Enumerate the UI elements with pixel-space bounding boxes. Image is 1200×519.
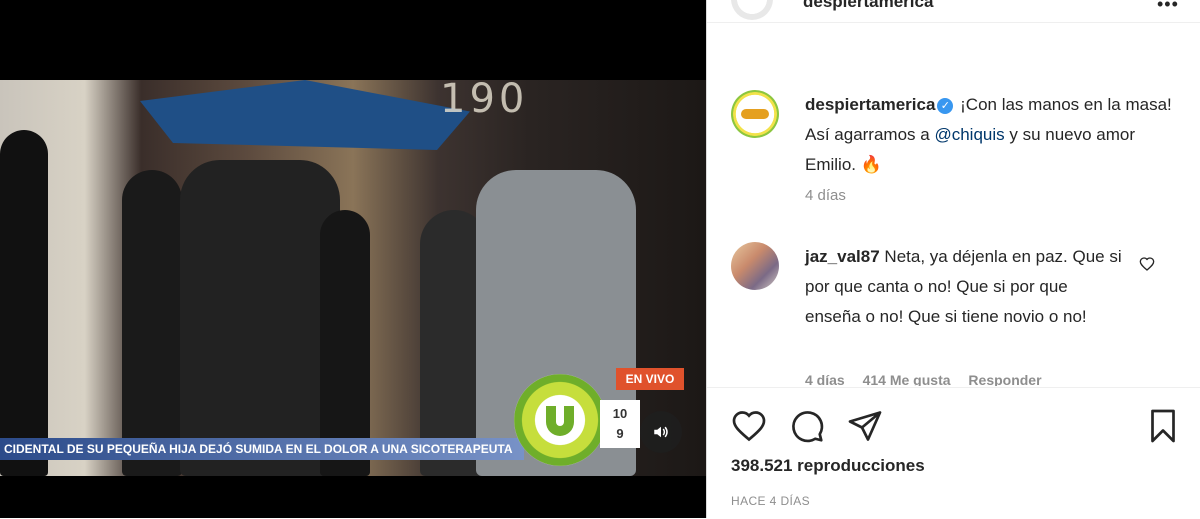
action-bar: 398.521 reproducciones HACE 4 DÍAS: [707, 387, 1200, 519]
video-player[interactable]: 190 CIDENTAL DE SU PEQUEÑA HIJA DEJÓ SUM…: [0, 0, 706, 518]
post-header: despiertamerica •••: [707, 0, 1200, 23]
news-ticker: CIDENTAL DE SU PEQUEÑA HIJA DEJÓ SUMIDA …: [0, 438, 524, 460]
more-options-icon[interactable]: •••: [1157, 0, 1179, 15]
time-line: 9: [616, 426, 624, 441]
building-number: 190: [440, 80, 529, 122]
speaker-icon: [654, 426, 668, 438]
avatar[interactable]: [731, 0, 773, 20]
time-line: 10: [612, 406, 628, 421]
person-figure: [0, 130, 48, 476]
avatar[interactable]: [731, 242, 779, 290]
header-username[interactable]: despiertamerica: [803, 0, 933, 12]
post-date[interactable]: HACE 4 DÍAS: [731, 494, 810, 508]
logo-graphic: [741, 109, 769, 119]
caption-username[interactable]: despiertamerica: [805, 95, 935, 114]
comment: jaz_val87 Neta, ya déjenla en paz. Que s…: [805, 242, 1125, 332]
caption-text: despiertamerica ✓ ¡Con las manos en la ma…: [805, 90, 1175, 180]
comment-meta: 4 días 414 Me gusta Responder: [805, 372, 1056, 386]
comment-time[interactable]: 4 días: [805, 372, 845, 386]
person-figure: [180, 160, 340, 476]
umbrella-graphic: [140, 80, 470, 150]
time-display: 10 9: [600, 400, 640, 448]
post-panel: despiertamerica ••• despiertamerica ✓ ¡Co…: [706, 0, 1200, 519]
view-count[interactable]: 398.521 reproducciones: [731, 456, 925, 476]
reply-button[interactable]: Responder: [968, 372, 1041, 386]
post-time[interactable]: 4 días: [805, 187, 846, 204]
verified-icon: ✓: [937, 98, 954, 114]
comment-username[interactable]: jaz_val87: [805, 247, 880, 266]
person-figure: [122, 170, 182, 476]
univision-logo: [514, 374, 606, 466]
bookmark-icon[interactable]: [1145, 408, 1181, 444]
like-icon[interactable]: [731, 408, 767, 444]
live-badge: EN VIVO: [616, 368, 684, 390]
share-icon[interactable]: [847, 408, 883, 444]
comment-icon[interactable]: [789, 408, 825, 444]
comment-like-icon[interactable]: [1139, 256, 1155, 272]
avatar[interactable]: [731, 90, 779, 138]
mention-link[interactable]: @chiquis: [934, 125, 1004, 144]
comment-likes[interactable]: 414 Me gusta: [863, 372, 951, 386]
mute-button[interactable]: [640, 411, 682, 453]
person-figure: [320, 210, 370, 476]
